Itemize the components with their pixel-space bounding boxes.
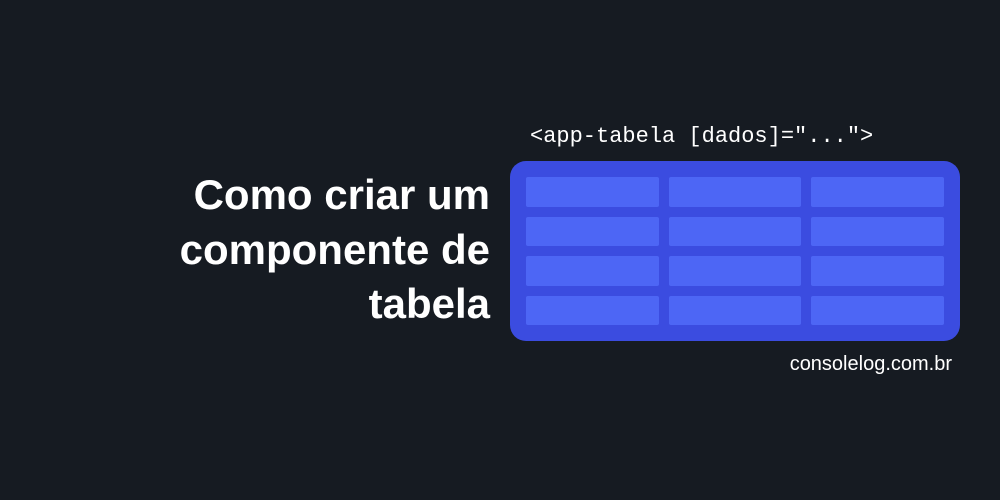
site-credit: consolelog.com.br — [510, 353, 960, 376]
title-line-2: componente de — [180, 226, 490, 273]
table-cell — [526, 296, 659, 326]
main-title: Como criar um componente de tabela — [40, 168, 490, 332]
table-cell — [526, 217, 659, 247]
table-illustration — [510, 161, 960, 341]
table-cell — [811, 296, 944, 326]
table-cell — [669, 296, 802, 326]
table-cell — [669, 256, 802, 286]
table-cell — [811, 256, 944, 286]
banner-container: Como criar um componente de tabela <app-… — [0, 0, 1000, 500]
table-cell — [526, 177, 659, 207]
table-cell — [669, 177, 802, 207]
title-section: Como criar um componente de tabela — [40, 168, 510, 332]
table-cell — [526, 256, 659, 286]
table-cell — [811, 177, 944, 207]
table-cell — [811, 217, 944, 247]
illustration-section: <app-tabela [dados]="..."> consolelog.co… — [510, 124, 960, 376]
table-cell — [669, 217, 802, 247]
code-snippet: <app-tabela [dados]="..."> — [510, 124, 960, 149]
title-line-3: tabela — [369, 280, 490, 327]
title-line-1: Como criar um — [194, 171, 490, 218]
